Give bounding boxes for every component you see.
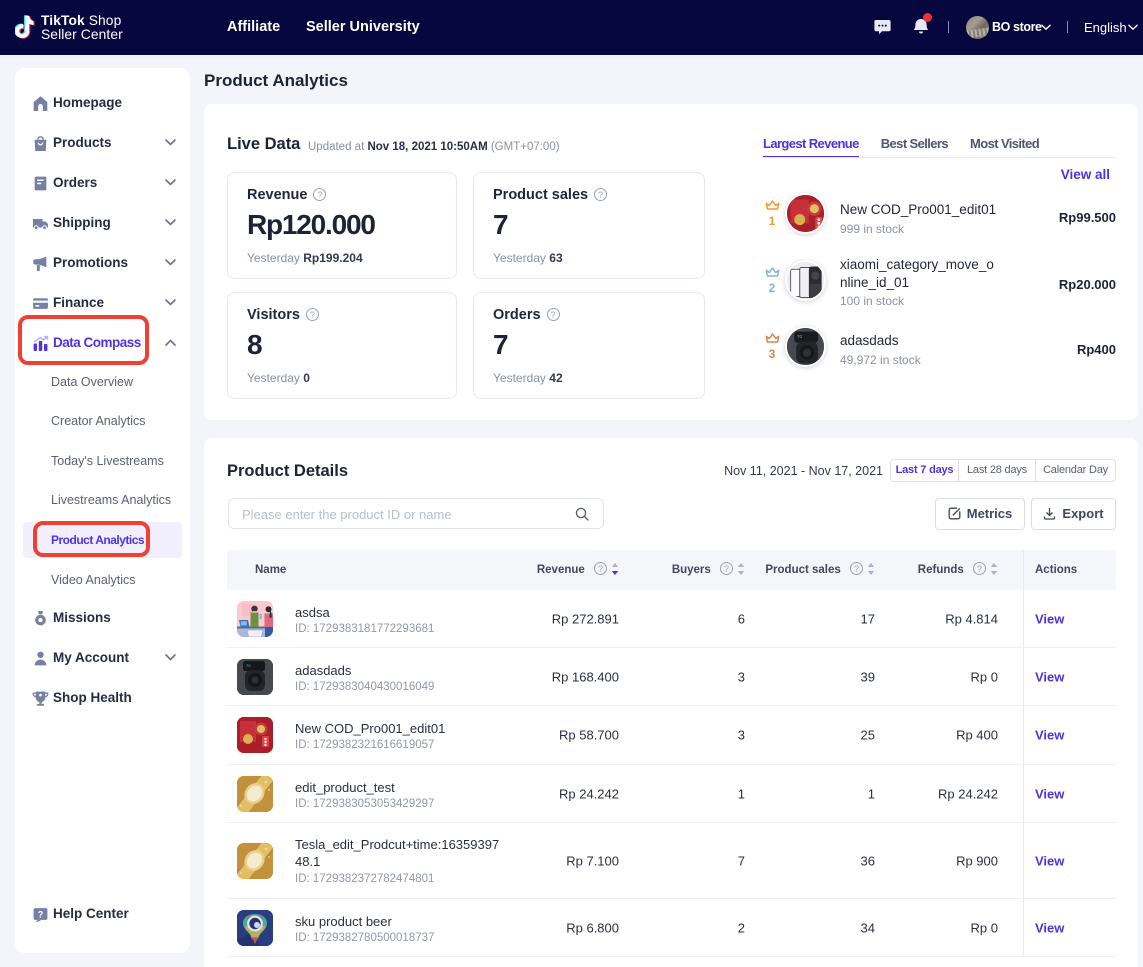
svg-text:70: 70 (246, 663, 251, 668)
svg-text:70: 70 (797, 334, 803, 339)
svg-text:?: ? (38, 909, 44, 919)
